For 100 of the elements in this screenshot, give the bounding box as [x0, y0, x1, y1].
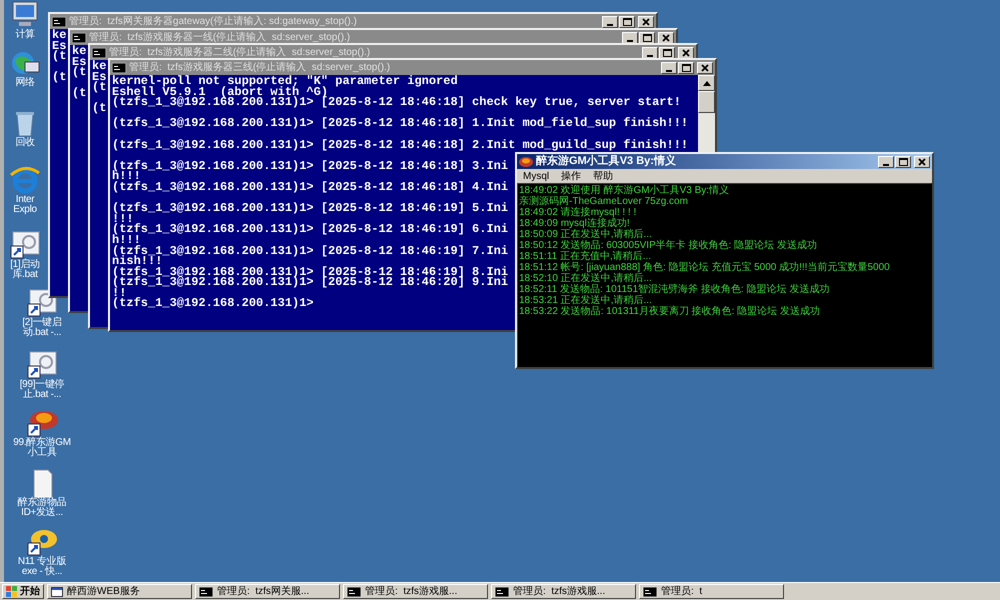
console-line: (t — [92, 101, 106, 116]
shortcut-gear-icon — [9, 230, 41, 260]
minimize-icon — [883, 164, 889, 166]
console-line: (t — [52, 70, 66, 84]
console-line: ke — [92, 60, 106, 73]
log-line: 18:51:11 正在充值中,请稍后... — [519, 251, 652, 262]
windows-logo-icon — [6, 586, 18, 597]
console-line: ke — [72, 45, 86, 58]
maximize-icon — [682, 64, 690, 72]
taskbar-button[interactable]: 管理员: tzfs网关服... — [195, 584, 340, 599]
log-line: 亲测源码网-TheGameLover 75zg.com — [519, 196, 689, 207]
icon-label: Inter — [16, 195, 34, 205]
maximize-icon — [622, 18, 632, 26]
maximize-icon — [898, 158, 908, 166]
taskbar-button[interactable]: 管理员: tzfs游戏服... — [491, 584, 636, 599]
minimize-button[interactable] — [878, 156, 894, 168]
log-line: 18:49:09 mysql连接成功! — [519, 218, 630, 229]
console-line: (tzfs_1_3@192.168.200.131)1> [2025-8-12 18:46:19] 7.Ini — [112, 244, 508, 258]
console-icon — [92, 48, 106, 58]
icon-label: [1]启动 — [10, 260, 40, 270]
close-icon — [642, 18, 650, 26]
icon-label: [99]一键停 — [20, 380, 64, 390]
maximize-icon — [662, 48, 672, 56]
close-icon — [682, 48, 690, 56]
console-icon — [199, 586, 213, 596]
icon-label: 止.bat -... — [22, 390, 62, 400]
close-button[interactable] — [658, 32, 674, 44]
close-button[interactable] — [914, 156, 930, 168]
icon-label: ID+发送... — [21, 508, 63, 518]
icon-label: 99.醉东游GM — [13, 438, 71, 448]
menu-item[interactable]: Mysql — [523, 168, 550, 184]
close-button[interactable] — [678, 46, 694, 58]
close-icon — [918, 158, 926, 166]
caret-up-icon — [702, 80, 710, 86]
window-title: 醉东游GM小工具V3 By:情义 — [536, 154, 676, 170]
icon-label: [2]一键启 — [22, 318, 62, 328]
maximize-button[interactable] — [619, 16, 635, 28]
minimize-button[interactable] — [642, 46, 658, 58]
console-icon — [52, 16, 66, 26]
log-line: 18:52:11 发送物品: 101151智混沌劈海斧 接收角色: 隐盟论坛 发送成功 — [519, 284, 830, 295]
browser-icon — [9, 165, 41, 195]
app-icon — [26, 527, 58, 557]
console-icon — [643, 586, 657, 596]
minimize-icon — [607, 24, 613, 26]
icon-label: 库.bat — [12, 270, 38, 280]
log-line: 18:50:12 发送物品: 603005VIP半年卡 接收角色: 隐盟论坛 发送成功 — [519, 240, 818, 251]
game-icon — [519, 156, 533, 167]
log-line: 18:53:21 正在发送中,请稍后... — [519, 295, 652, 306]
console-line: (t — [72, 86, 86, 100]
close-icon — [662, 34, 670, 42]
icon-label: 醉东游物品 — [18, 498, 66, 508]
console-icon — [112, 62, 126, 72]
console-line: (tzfs_1_3@192.168.200.131)1> [2025-8-12 18:46:19] 5.Ini — [112, 201, 508, 216]
window-title: 管理员: tzfs网关服务器gateway(停止请输入: sd:gateway_stop().) — [69, 14, 357, 29]
scroll-up-button[interactable] — [698, 75, 715, 91]
minimize-icon — [627, 40, 633, 42]
maximize-button[interactable] — [895, 156, 911, 168]
close-button[interactable] — [697, 62, 713, 74]
log-line: 18:52:10 正在发送中,请稍后... — [519, 273, 653, 284]
console-icon — [495, 586, 509, 596]
menu-item[interactable]: 帮助 — [593, 168, 614, 184]
log-line: 18:53:22 发送物品: 101311月夜要离刀 接收角色: 隐盟论坛 发送成功 — [519, 306, 822, 317]
minimize-icon — [647, 54, 653, 56]
console-icon — [347, 586, 361, 596]
icon-label: 计算 — [15, 30, 35, 40]
close-button[interactable] — [638, 16, 654, 28]
log-line: 18:49:02 欢迎使用 醉东游GM小工具V3 By:情义 — [519, 185, 730, 196]
window-title: 管理员: tzfs游戏服务器三线(停止请输入 sd:server_stop().) — [129, 60, 390, 75]
close-icon — [701, 64, 709, 72]
taskbar-button[interactable]: 管理员: tzfs游戏服... — [343, 584, 488, 599]
minimize-icon — [666, 70, 672, 72]
icon-label: exe - 快... — [22, 567, 62, 577]
maximize-button[interactable] — [659, 46, 675, 58]
start-button[interactable]: 开始 — [2, 584, 44, 599]
taskbar-button[interactable]: 管理员: t — [639, 584, 784, 599]
window-title: 管理员: tzfs游戏服务器一线(停止请输入 sd:server_stop().) — [89, 30, 350, 45]
icon-label: Explo — [13, 205, 37, 215]
minimize-button[interactable] — [661, 62, 677, 74]
window-icon — [51, 586, 63, 596]
menu-item[interactable]: 操作 — [561, 168, 582, 184]
icon-label: 小工具 — [27, 448, 57, 458]
log-line: 18:50:09 正在发送中,请稍后... — [519, 229, 653, 240]
icon-label: 网络 — [15, 78, 35, 88]
taskbar-button[interactable]: 醉西游WEB服务 — [47, 584, 192, 599]
minimize-button[interactable] — [622, 32, 638, 44]
maximize-button[interactable] — [639, 32, 655, 44]
shortcut-gear-icon — [26, 350, 58, 380]
icon-label: 回收 — [15, 138, 35, 148]
log-line: 18:51:12 帐号: [jiayuan888] 角色: 隐盟论坛 充值元宝 5000 成功!!!当前元宝数量5000 — [519, 262, 891, 273]
minimize-button[interactable] — [602, 16, 618, 28]
icon-label: N11 专业版 — [18, 557, 66, 567]
maximize-button[interactable] — [678, 62, 694, 74]
log-line: 18:49:02 请连接mysql! ! ! ! — [519, 207, 638, 218]
game-icon — [26, 408, 58, 438]
maximize-icon — [642, 34, 652, 42]
console-line: (tzfs_1_3@192.168.200.131)1> [2025-8-12 18:46:18] 4.Ini — [112, 180, 508, 194]
console-line: (tzfs_1_3@192.168.200.131)1> [2025-8-12 18:46:18] 2.Init mod_guild_sup finish!!! — [112, 138, 688, 152]
icon-label: 动.bat -... — [22, 328, 62, 338]
console-line: ke — [52, 29, 66, 42]
scroll-thumb[interactable] — [698, 91, 715, 113]
